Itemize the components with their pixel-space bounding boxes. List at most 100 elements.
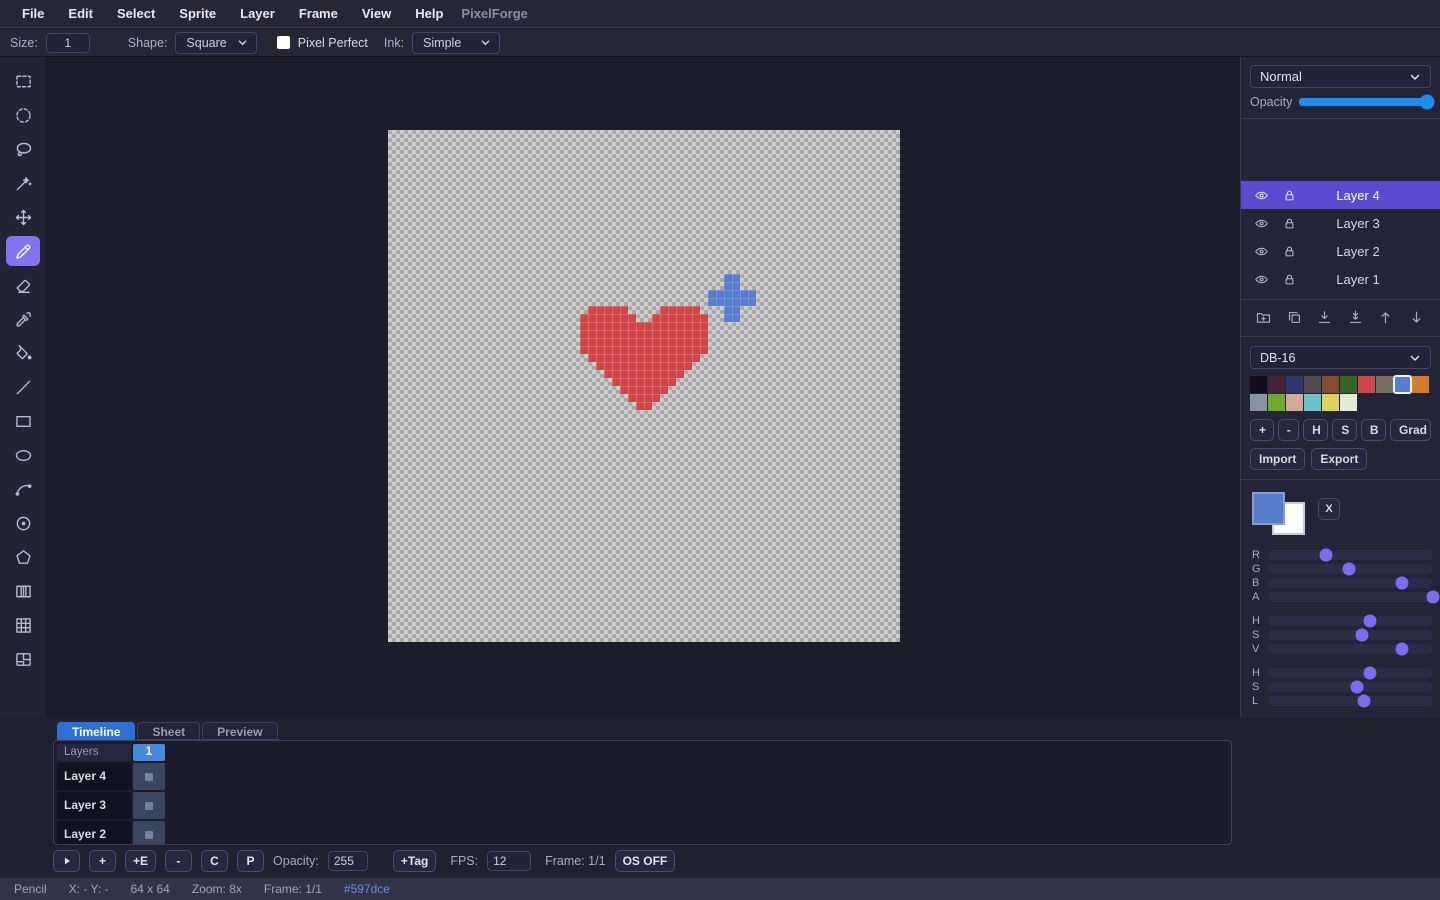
lock-icon[interactable]	[1282, 216, 1297, 231]
menu-help[interactable]: Help	[403, 0, 455, 28]
palette-swatch[interactable]	[1250, 376, 1267, 393]
timeline-layer-name[interactable]: Layer 3	[57, 792, 131, 819]
slider-track[interactable]	[1268, 666, 1433, 680]
palette-swatch[interactable]	[1322, 376, 1339, 393]
menu-view[interactable]: View	[350, 0, 403, 28]
rgba-b-slider[interactable]: B	[1252, 576, 1433, 590]
palette-swatch[interactable]	[1286, 394, 1303, 411]
lock-icon[interactable]	[1282, 244, 1297, 259]
slider-track[interactable]	[1268, 614, 1433, 628]
slider-thumb[interactable]	[1395, 642, 1409, 656]
hsl-h-slider[interactable]: H	[1252, 666, 1433, 680]
timeline-layer-name[interactable]: Layer 2	[57, 821, 131, 844]
hsv-h-slider[interactable]: H	[1252, 614, 1433, 628]
layer-row[interactable]: Layer 1	[1241, 265, 1440, 293]
layer-row[interactable]: Layer 2	[1241, 237, 1440, 265]
eye-icon[interactable]	[1254, 272, 1269, 287]
palette-swatch[interactable]	[1376, 376, 1393, 393]
slider-thumb[interactable]	[1350, 680, 1364, 694]
palette-swatch[interactable]	[1286, 376, 1303, 393]
layer-row[interactable]: Layer 3	[1241, 209, 1440, 237]
palette-swatch[interactable]	[1268, 376, 1285, 393]
palette-swatch[interactable]	[1340, 394, 1357, 411]
frame-opacity-input[interactable]	[327, 851, 368, 871]
frame-button--[interactable]: -	[165, 850, 193, 872]
slider-thumb[interactable]	[1342, 562, 1356, 576]
slider-track[interactable]	[1268, 562, 1433, 576]
tab-preview[interactable]: Preview	[202, 722, 278, 740]
palette-button-+[interactable]: +	[1250, 419, 1274, 441]
flatten-icon[interactable]	[1347, 309, 1365, 327]
slider-track[interactable]	[1268, 548, 1433, 562]
blend-mode-select[interactable]: Normal	[1250, 65, 1431, 88]
palette-button-grad[interactable]: Grad	[1389, 419, 1432, 441]
timeline-frame-cell[interactable]	[133, 792, 165, 819]
tool-pencil[interactable]	[6, 236, 40, 266]
eye-icon[interactable]	[1254, 244, 1269, 259]
rgba-r-slider[interactable]: R	[1252, 548, 1433, 562]
swap-colors-button[interactable]: X	[1318, 498, 1340, 520]
menu-select[interactable]: Select	[105, 0, 167, 28]
palette-select[interactable]: DB-16	[1250, 346, 1431, 369]
slider-track[interactable]	[1268, 642, 1433, 656]
palette-swatch[interactable]	[1304, 394, 1321, 411]
tool-polygon[interactable]	[6, 542, 40, 572]
frame-button-pluse[interactable]: +E	[125, 850, 157, 872]
frame-button-c[interactable]: C	[201, 850, 229, 872]
tool-circle-dot[interactable]	[6, 508, 40, 538]
pixel-perfect-checkbox[interactable]	[276, 36, 290, 49]
frame-button-p[interactable]: P	[237, 850, 265, 872]
slider-track[interactable]	[1268, 628, 1433, 642]
slider-thumb[interactable]	[1319, 548, 1333, 562]
folder-plus-icon[interactable]	[1255, 309, 1273, 327]
menu-sprite[interactable]: Sprite	[167, 0, 228, 28]
tool-move[interactable]	[6, 202, 40, 232]
palette-swatch[interactable]	[1322, 394, 1339, 411]
menu-edit[interactable]: Edit	[56, 0, 105, 28]
eye-icon[interactable]	[1254, 216, 1269, 231]
arrow-up-icon[interactable]	[1377, 309, 1395, 327]
import-button[interactable]: Import	[1250, 448, 1306, 470]
hsv-s-slider[interactable]: S	[1252, 628, 1433, 642]
tool-ellipse[interactable]	[6, 440, 40, 470]
slider-thumb[interactable]	[1363, 614, 1377, 628]
tool-grid[interactable]	[6, 610, 40, 640]
rgba-g-slider[interactable]: G	[1252, 562, 1433, 576]
timeline-frame-cell[interactable]	[133, 763, 165, 790]
menu-layer[interactable]: Layer	[228, 0, 287, 28]
lock-icon[interactable]	[1282, 272, 1297, 287]
menu-file[interactable]: File	[10, 0, 56, 28]
add-tag-button[interactable]: +Tag	[392, 850, 437, 872]
slider-thumb[interactable]	[1426, 590, 1440, 604]
palette-swatch[interactable]	[1358, 376, 1375, 393]
play-button[interactable]	[53, 850, 80, 872]
size-input[interactable]	[45, 32, 90, 53]
tool-eraser[interactable]	[6, 270, 40, 300]
eye-icon[interactable]	[1254, 188, 1269, 203]
tool-magic-wand[interactable]	[6, 168, 40, 198]
lock-icon[interactable]	[1282, 188, 1297, 203]
frame-button-plus[interactable]: +	[89, 850, 116, 872]
palette-swatch[interactable]	[1412, 376, 1429, 393]
hsv-v-slider[interactable]: V	[1252, 642, 1433, 656]
timeline-frame-header[interactable]: 1	[133, 744, 165, 761]
slider-track[interactable]	[1268, 576, 1433, 590]
tool-columns[interactable]	[6, 576, 40, 606]
tool-slice[interactable]	[6, 644, 40, 674]
hsl-s-slider[interactable]: S	[1252, 680, 1433, 694]
rgba-a-slider[interactable]: A	[1252, 590, 1440, 604]
slider-track[interactable]	[1268, 590, 1440, 604]
tool-ellipse-select[interactable]	[6, 100, 40, 130]
palette-button-h[interactable]: H	[1303, 419, 1329, 441]
tab-sheet[interactable]: Sheet	[137, 722, 201, 740]
export-button[interactable]: Export	[1311, 448, 1368, 470]
layer-opacity-slider[interactable]	[1299, 94, 1435, 110]
palette-button-b[interactable]: B	[1360, 419, 1386, 441]
tab-timeline[interactable]: Timeline	[57, 722, 136, 740]
primary-color-swatch[interactable]	[1252, 492, 1285, 525]
palette-swatch[interactable]	[1340, 376, 1357, 393]
timeline-frame-cell[interactable]	[133, 821, 165, 844]
palette-swatch[interactable]	[1268, 394, 1285, 411]
layer-row[interactable]: Layer 4	[1241, 181, 1440, 209]
tool-eyedropper[interactable]	[6, 304, 40, 334]
